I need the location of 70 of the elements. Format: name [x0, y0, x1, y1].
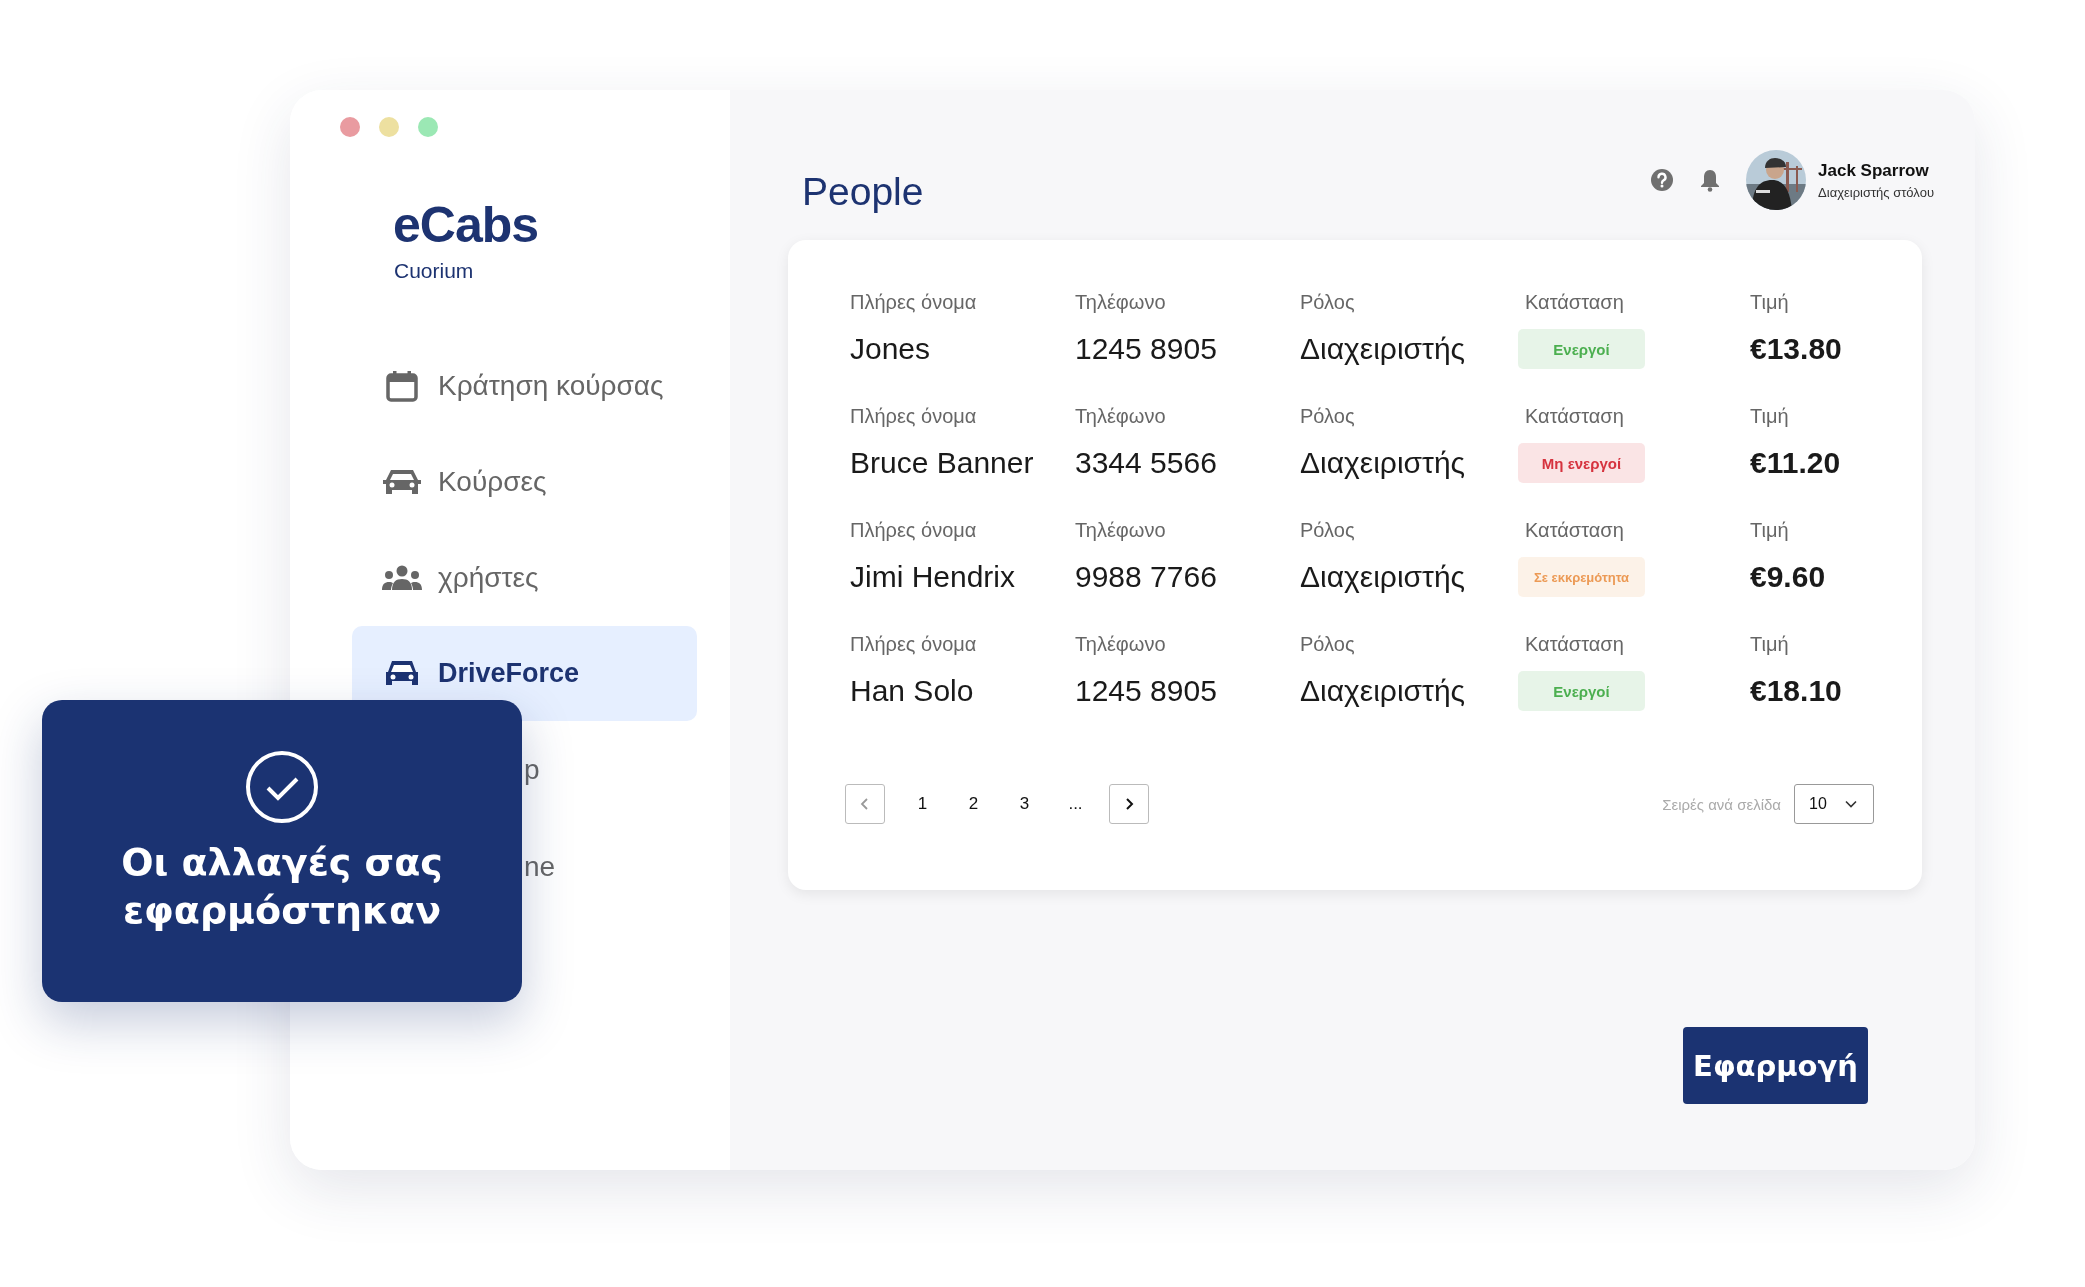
- page-title: People: [802, 170, 924, 214]
- previous-page-button[interactable]: [845, 784, 885, 824]
- field-label: Τηλέφωνο: [1075, 518, 1166, 543]
- table-cell-text: 9988 7766: [1075, 559, 1217, 595]
- people-icon: [382, 564, 422, 591]
- sidebar-item[interactable]: Κούρσες: [352, 434, 697, 529]
- field-label: Ρόλος: [1300, 518, 1355, 543]
- rows-per-page-dropdown[interactable]: 10: [1794, 784, 1874, 824]
- field-label: Κατάσταση: [1525, 290, 1624, 315]
- field-label: Ρόλος: [1300, 290, 1355, 315]
- sidebar-item[interactable]: χρήστες: [352, 530, 697, 625]
- field-label: Πλήρες όνομα: [850, 290, 977, 315]
- rows-per-page-label: Σειρές ανά σελίδα: [1662, 795, 1781, 813]
- field-label: Πλήρες όνομα: [850, 404, 977, 429]
- field-label: Τιμή: [1750, 632, 1789, 657]
- next-page-button[interactable]: [1109, 784, 1149, 824]
- logo-text: eCabs: [393, 197, 539, 253]
- field-label: Κατάσταση: [1525, 518, 1624, 543]
- table-cell-text: Jimi Hendrix: [850, 559, 1016, 595]
- field-label: Τιμή: [1750, 404, 1789, 429]
- field-label: Τιμή: [1750, 290, 1789, 315]
- field-label: Ρόλος: [1300, 632, 1355, 657]
- table-cell-text: Jones: [850, 331, 931, 367]
- apply-button[interactable]: Εφαρμογή: [1683, 1027, 1868, 1104]
- chevron-down-icon: [1845, 800, 1857, 808]
- table-cell-text: Bruce Banner: [850, 445, 1034, 481]
- field-label: Πλήρες όνομα: [850, 632, 977, 657]
- user-role: Διαχειριστής στόλου: [1818, 184, 1934, 200]
- page-number[interactable]: 2: [948, 794, 999, 814]
- car-icon: [382, 467, 422, 496]
- help-icon: [1650, 168, 1675, 192]
- user-name: Jack Sparrow: [1818, 160, 1930, 181]
- chevron-right-icon: [1124, 797, 1134, 811]
- status-badge: Μη ενεργοί: [1518, 443, 1645, 483]
- notification-bell-icon: [1700, 168, 1721, 192]
- price-value: €9.60: [1750, 559, 1826, 595]
- logo-subtitle: Cuorium: [394, 259, 474, 283]
- field-label: Κατάσταση: [1525, 404, 1624, 429]
- status-badge: Σε εκκρεμότητα: [1518, 557, 1645, 597]
- table-cell-text: Διαχειριστής: [1300, 331, 1466, 367]
- table-cell-text: Διαχειριστής: [1300, 559, 1466, 595]
- field-label: Κατάσταση: [1525, 632, 1624, 657]
- table-cell-text: 3344 5566: [1075, 445, 1217, 481]
- page-number[interactable]: 3: [999, 794, 1050, 814]
- chevron-left-icon: [860, 797, 870, 811]
- table-cell-text: Διαχειριστής: [1300, 673, 1466, 709]
- calendar-icon: [385, 368, 419, 403]
- table-cell-text: Διαχειριστής: [1300, 445, 1466, 481]
- window-control-dot[interactable]: [340, 117, 360, 137]
- status-badge: Ενεργοί: [1518, 671, 1645, 711]
- field-label: Τηλέφωνο: [1075, 290, 1166, 315]
- page-number[interactable]: 1: [897, 794, 948, 814]
- field-label: Τηλέφωνο: [1075, 404, 1166, 429]
- toast-message: Οι αλλαγές σας εφαρμόστηκαν: [120, 839, 444, 934]
- field-label: Τηλέφωνο: [1075, 632, 1166, 657]
- table-cell-text: 1245 8905: [1075, 331, 1217, 367]
- price-value: €11.20: [1750, 445, 1841, 481]
- status-badge: Ενεργοί: [1518, 329, 1645, 369]
- table-cell-text: 1245 8905: [1075, 673, 1217, 709]
- field-label: Τιμή: [1750, 518, 1789, 543]
- window-control-dot[interactable]: [418, 117, 438, 137]
- window-control-dot[interactable]: [379, 117, 399, 137]
- sidebar-item[interactable]: Κράτηση κούρσας: [352, 338, 697, 433]
- price-value: €13.80: [1750, 331, 1842, 367]
- price-value: €18.10: [1750, 673, 1842, 709]
- table-cell-text: Han Solo: [850, 673, 974, 709]
- field-label: Πλήρες όνομα: [850, 518, 977, 543]
- check-circle-icon: [245, 750, 319, 824]
- page-number[interactable]: ...: [1050, 794, 1101, 814]
- field-label: Ρόλος: [1300, 404, 1355, 429]
